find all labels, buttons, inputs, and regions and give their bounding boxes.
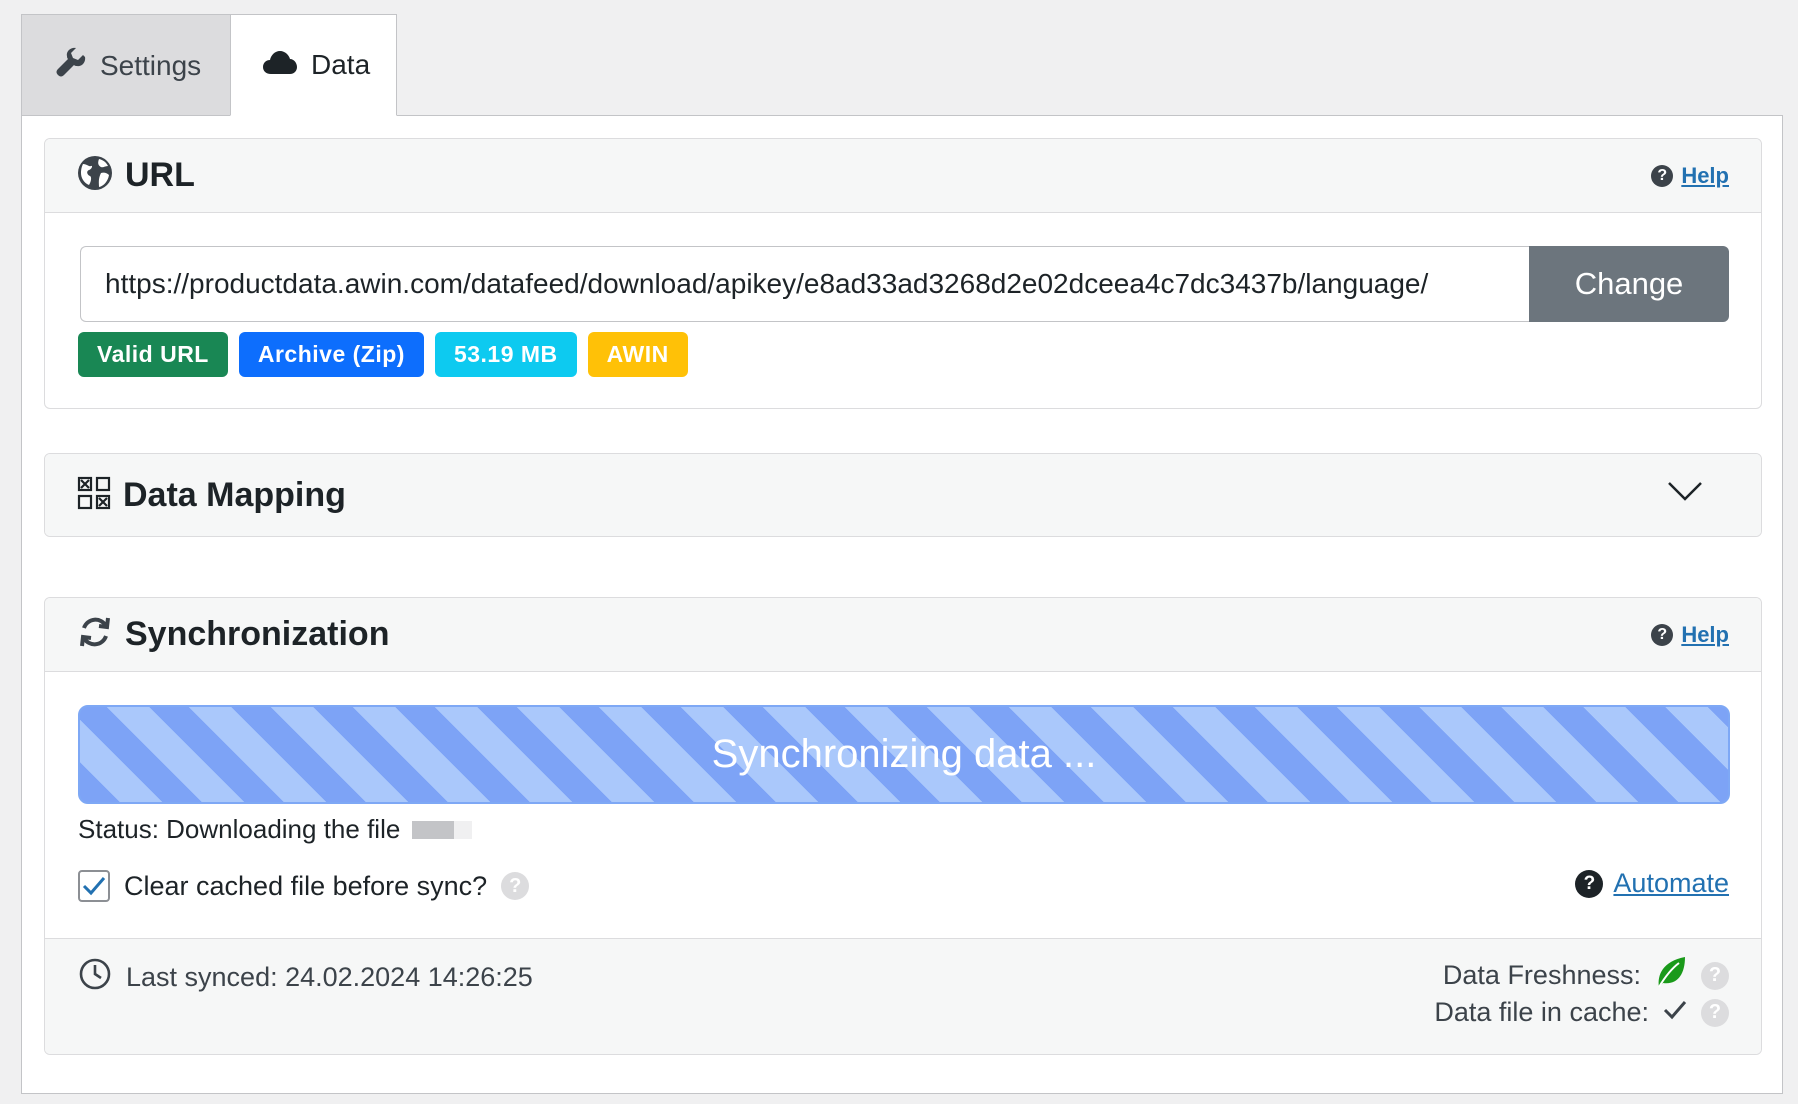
sync-footer: Last synced: 24.02.2024 14:26:25 Data Fr… [45,938,1761,1054]
file-size-badge: 53.19 MB [434,332,577,377]
automate-control: ? Automate [1575,868,1729,899]
synchronization-card: Synchronization ? Help Synchronizing dat… [44,597,1762,1055]
last-synced-text: Last synced: 24.02.2024 14:26:25 [126,962,533,992]
clock-icon [78,957,112,998]
url-badges: Valid URL Archive (Zip) 53.19 MB AWIN [78,332,688,377]
data-mapping-title: Data Mapping [123,475,346,514]
freshness-help-icon[interactable]: ? [1701,961,1729,990]
tab-data[interactable]: Data [230,14,397,116]
cloud-icon [263,49,297,82]
help-icon: ? [1651,164,1674,187]
data-freshness-label: Data Freshness: [1442,960,1641,990]
tab-data-label: Data [311,49,371,80]
status-mini-progress [412,820,473,839]
check-icon [1663,997,1687,1028]
feed-url-input[interactable] [80,246,1530,322]
clear-cache-help-icon[interactable]: ? [501,872,530,900]
url-card-header: URL ? Help [45,139,1761,213]
tab-settings[interactable]: Settings [21,14,231,116]
data-cache-label: Data file in cache: [1434,997,1649,1027]
url-card-title: URL [125,156,195,194]
last-synced: Last synced: 24.02.2024 14:26:25 [78,957,533,998]
wrench-icon [56,47,86,84]
valid-url-badge: Valid URL [78,332,228,377]
sync-status: Status: Downloading the file [78,814,473,845]
clear-cache-label: Clear cached file before sync? [124,870,488,901]
sync-icon [77,614,113,655]
sync-help: ? Help [1651,622,1729,648]
sync-help-link[interactable]: Help [1681,622,1729,648]
globe-icon [77,155,113,196]
cache-help-icon[interactable]: ? [1701,998,1729,1027]
leaf-icon [1655,955,1687,996]
data-mapping-header[interactable]: Data Mapping [45,454,1761,536]
help-icon: ? [1651,623,1674,646]
automate-help-icon[interactable]: ? [1575,869,1604,898]
archive-type-badge: Archive (Zip) [238,332,424,377]
sync-progress-text: Synchronizing data ... [711,732,1097,776]
clear-cache-checkbox[interactable] [78,870,110,902]
automate-link[interactable]: Automate [1613,868,1729,899]
data-freshness: Data Freshness: ? [1443,955,1729,996]
data-panel: URL ? Help Change Valid URL Archive (Zip… [21,115,1783,1094]
data-mapping-card[interactable]: Data Mapping [44,453,1762,537]
data-file-cache: Data file in cache: ? [1434,997,1729,1028]
chevron-down-icon[interactable] [1667,480,1703,507]
tab-settings-label: Settings [100,49,202,81]
sync-status-text: Status: Downloading the file [78,814,401,844]
url-help-link[interactable]: Help [1681,163,1729,189]
sync-card-header: Synchronization ? Help [45,598,1761,672]
change-url-button[interactable]: Change [1529,246,1729,322]
url-card: URL ? Help Change Valid URL Archive (Zip… [44,138,1762,409]
network-badge: AWIN [587,332,688,377]
sync-progress-bar: Synchronizing data ... [78,705,1730,804]
clear-cache-row: Clear cached file before sync? ? [78,870,530,902]
url-help: ? Help [1651,163,1729,189]
qr-grid-icon [77,476,111,515]
sync-card-title: Synchronization [125,615,390,653]
